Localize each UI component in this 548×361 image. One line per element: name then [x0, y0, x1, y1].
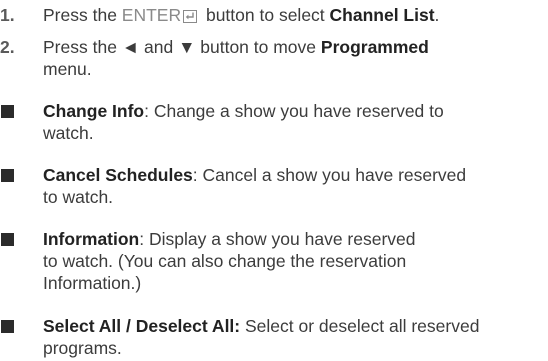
instruction-document: 1. Press the ENTER button to select Chan…	[0, 0, 548, 361]
bullet-term: Cancel Schedules	[43, 165, 193, 185]
enter-return-icon	[183, 10, 198, 23]
down-arrow-icon: ▼	[178, 37, 196, 57]
square-bullet-icon	[1, 320, 14, 333]
square-bullet-icon	[1, 233, 14, 246]
bullet-text: Change Info: Change a show you have rese…	[43, 101, 444, 143]
left-arrow-icon: ◄	[121, 37, 140, 57]
programmed-term: Programmed	[320, 37, 429, 57]
square-bullet-icon	[1, 105, 14, 118]
channel-list-term: Channel List	[329, 5, 435, 25]
bullet-text: Cancel Schedules: Cancel a show you have…	[43, 165, 467, 207]
square-bullet-icon	[1, 169, 14, 182]
enter-button-label: ENTER	[121, 5, 182, 25]
bullet-term: Change Info	[43, 101, 145, 121]
step-text: Press the ◄ and ▼ button to move Program…	[43, 37, 429, 79]
step-number: 1.	[0, 5, 15, 25]
bullet-term: Select All / Deselect All:	[43, 316, 241, 336]
bullet-text: Information: Display a show you have res…	[43, 229, 416, 293]
step-number: 2.	[0, 37, 15, 57]
step-text: Press the ENTER button to select Channel…	[43, 5, 440, 25]
bullet-text: Select All / Deselect All: Select or des…	[43, 316, 480, 358]
bullet-term: Information	[43, 229, 140, 249]
